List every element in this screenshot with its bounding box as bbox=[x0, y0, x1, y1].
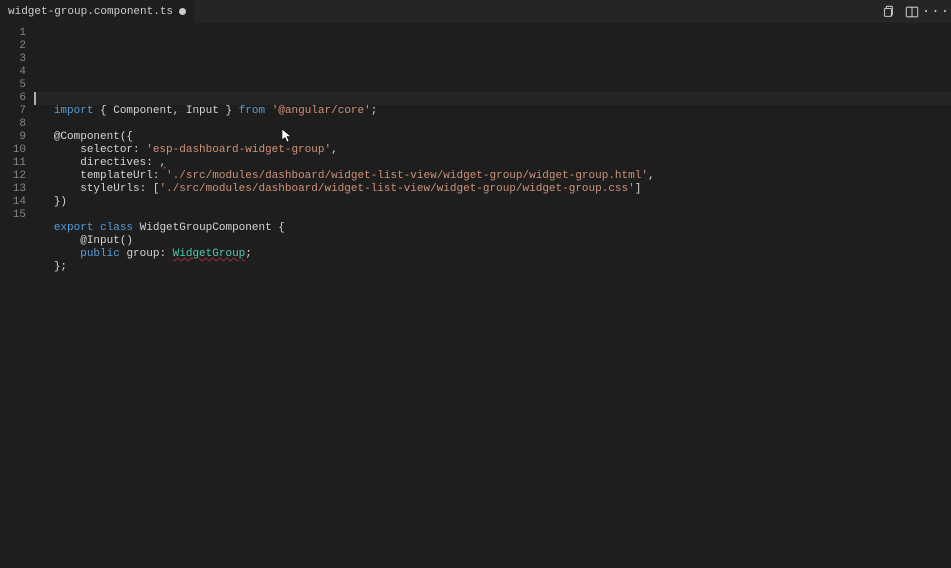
line-number: 9 bbox=[0, 131, 26, 144]
dirty-indicator-icon bbox=[179, 8, 186, 15]
line-number: 15 bbox=[0, 209, 26, 222]
code-line: templateUrl: './src/modules/dashboard/wi… bbox=[34, 170, 951, 183]
code-line bbox=[34, 274, 951, 287]
text-cursor bbox=[34, 92, 36, 105]
line-number: 10 bbox=[0, 144, 26, 157]
line-number: 7 bbox=[0, 105, 26, 118]
line-number: 5 bbox=[0, 79, 26, 92]
code-line: directives: , bbox=[34, 157, 951, 170]
more-icon[interactable]: ··· bbox=[929, 5, 943, 19]
tab-bar: widget-group.component.ts ··· bbox=[0, 0, 951, 24]
active-line-highlight bbox=[34, 92, 951, 105]
line-number: 6 bbox=[0, 92, 26, 105]
copy-icon[interactable] bbox=[881, 5, 895, 19]
code-line: @Input() bbox=[34, 235, 951, 248]
code-line: }; bbox=[34, 261, 951, 274]
tabbar-actions: ··· bbox=[881, 5, 951, 19]
line-number: 3 bbox=[0, 53, 26, 66]
line-number: 8 bbox=[0, 118, 26, 131]
tab-title: widget-group.component.ts bbox=[8, 6, 173, 18]
line-number: 1 bbox=[0, 27, 26, 40]
code-line: export class WidgetGroupComponent { bbox=[34, 222, 951, 235]
line-number: 12 bbox=[0, 170, 26, 183]
code-line: @Component({ bbox=[34, 131, 951, 144]
line-number: 4 bbox=[0, 66, 26, 79]
code-area[interactable]: import { Component, Input } from '@angul… bbox=[34, 24, 951, 568]
editor: 123456789101112131415 import { Component… bbox=[0, 24, 951, 568]
line-number: 11 bbox=[0, 157, 26, 170]
tabs-container: widget-group.component.ts bbox=[0, 0, 194, 23]
code-line bbox=[34, 209, 951, 222]
line-number: 2 bbox=[0, 40, 26, 53]
code-line bbox=[34, 118, 951, 131]
code-line: import { Component, Input } from '@angul… bbox=[34, 105, 951, 118]
line-number: 14 bbox=[0, 196, 26, 209]
code-line: selector: 'esp-dashboard-widget-group', bbox=[34, 144, 951, 157]
line-number: 13 bbox=[0, 183, 26, 196]
split-editor-icon[interactable] bbox=[905, 5, 919, 19]
line-number-gutter: 123456789101112131415 bbox=[0, 24, 34, 568]
code-line: styleUrls: ['./src/modules/dashboard/wid… bbox=[34, 183, 951, 196]
tab-widget-group-component[interactable]: widget-group.component.ts bbox=[0, 0, 194, 23]
code-line: }) bbox=[34, 196, 951, 209]
code-line: public group: WidgetGroup; bbox=[34, 248, 951, 261]
